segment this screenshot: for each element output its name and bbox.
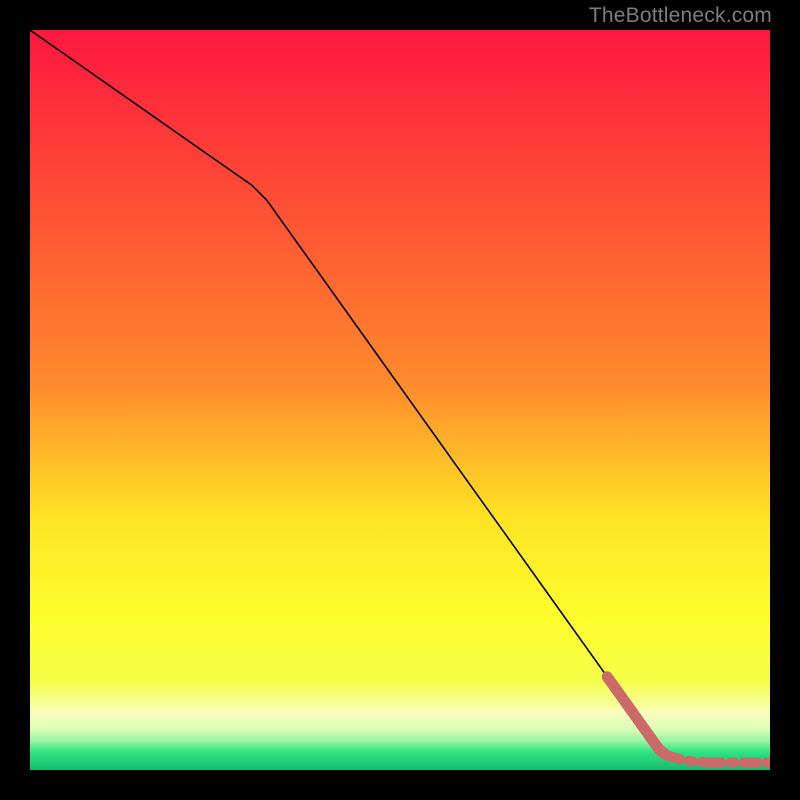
plot-area [30,30,770,770]
attribution-label: TheBottleneck.com [589,4,772,28]
chart-svg [30,30,770,770]
chart-stage: TheBottleneck.com [0,0,800,800]
